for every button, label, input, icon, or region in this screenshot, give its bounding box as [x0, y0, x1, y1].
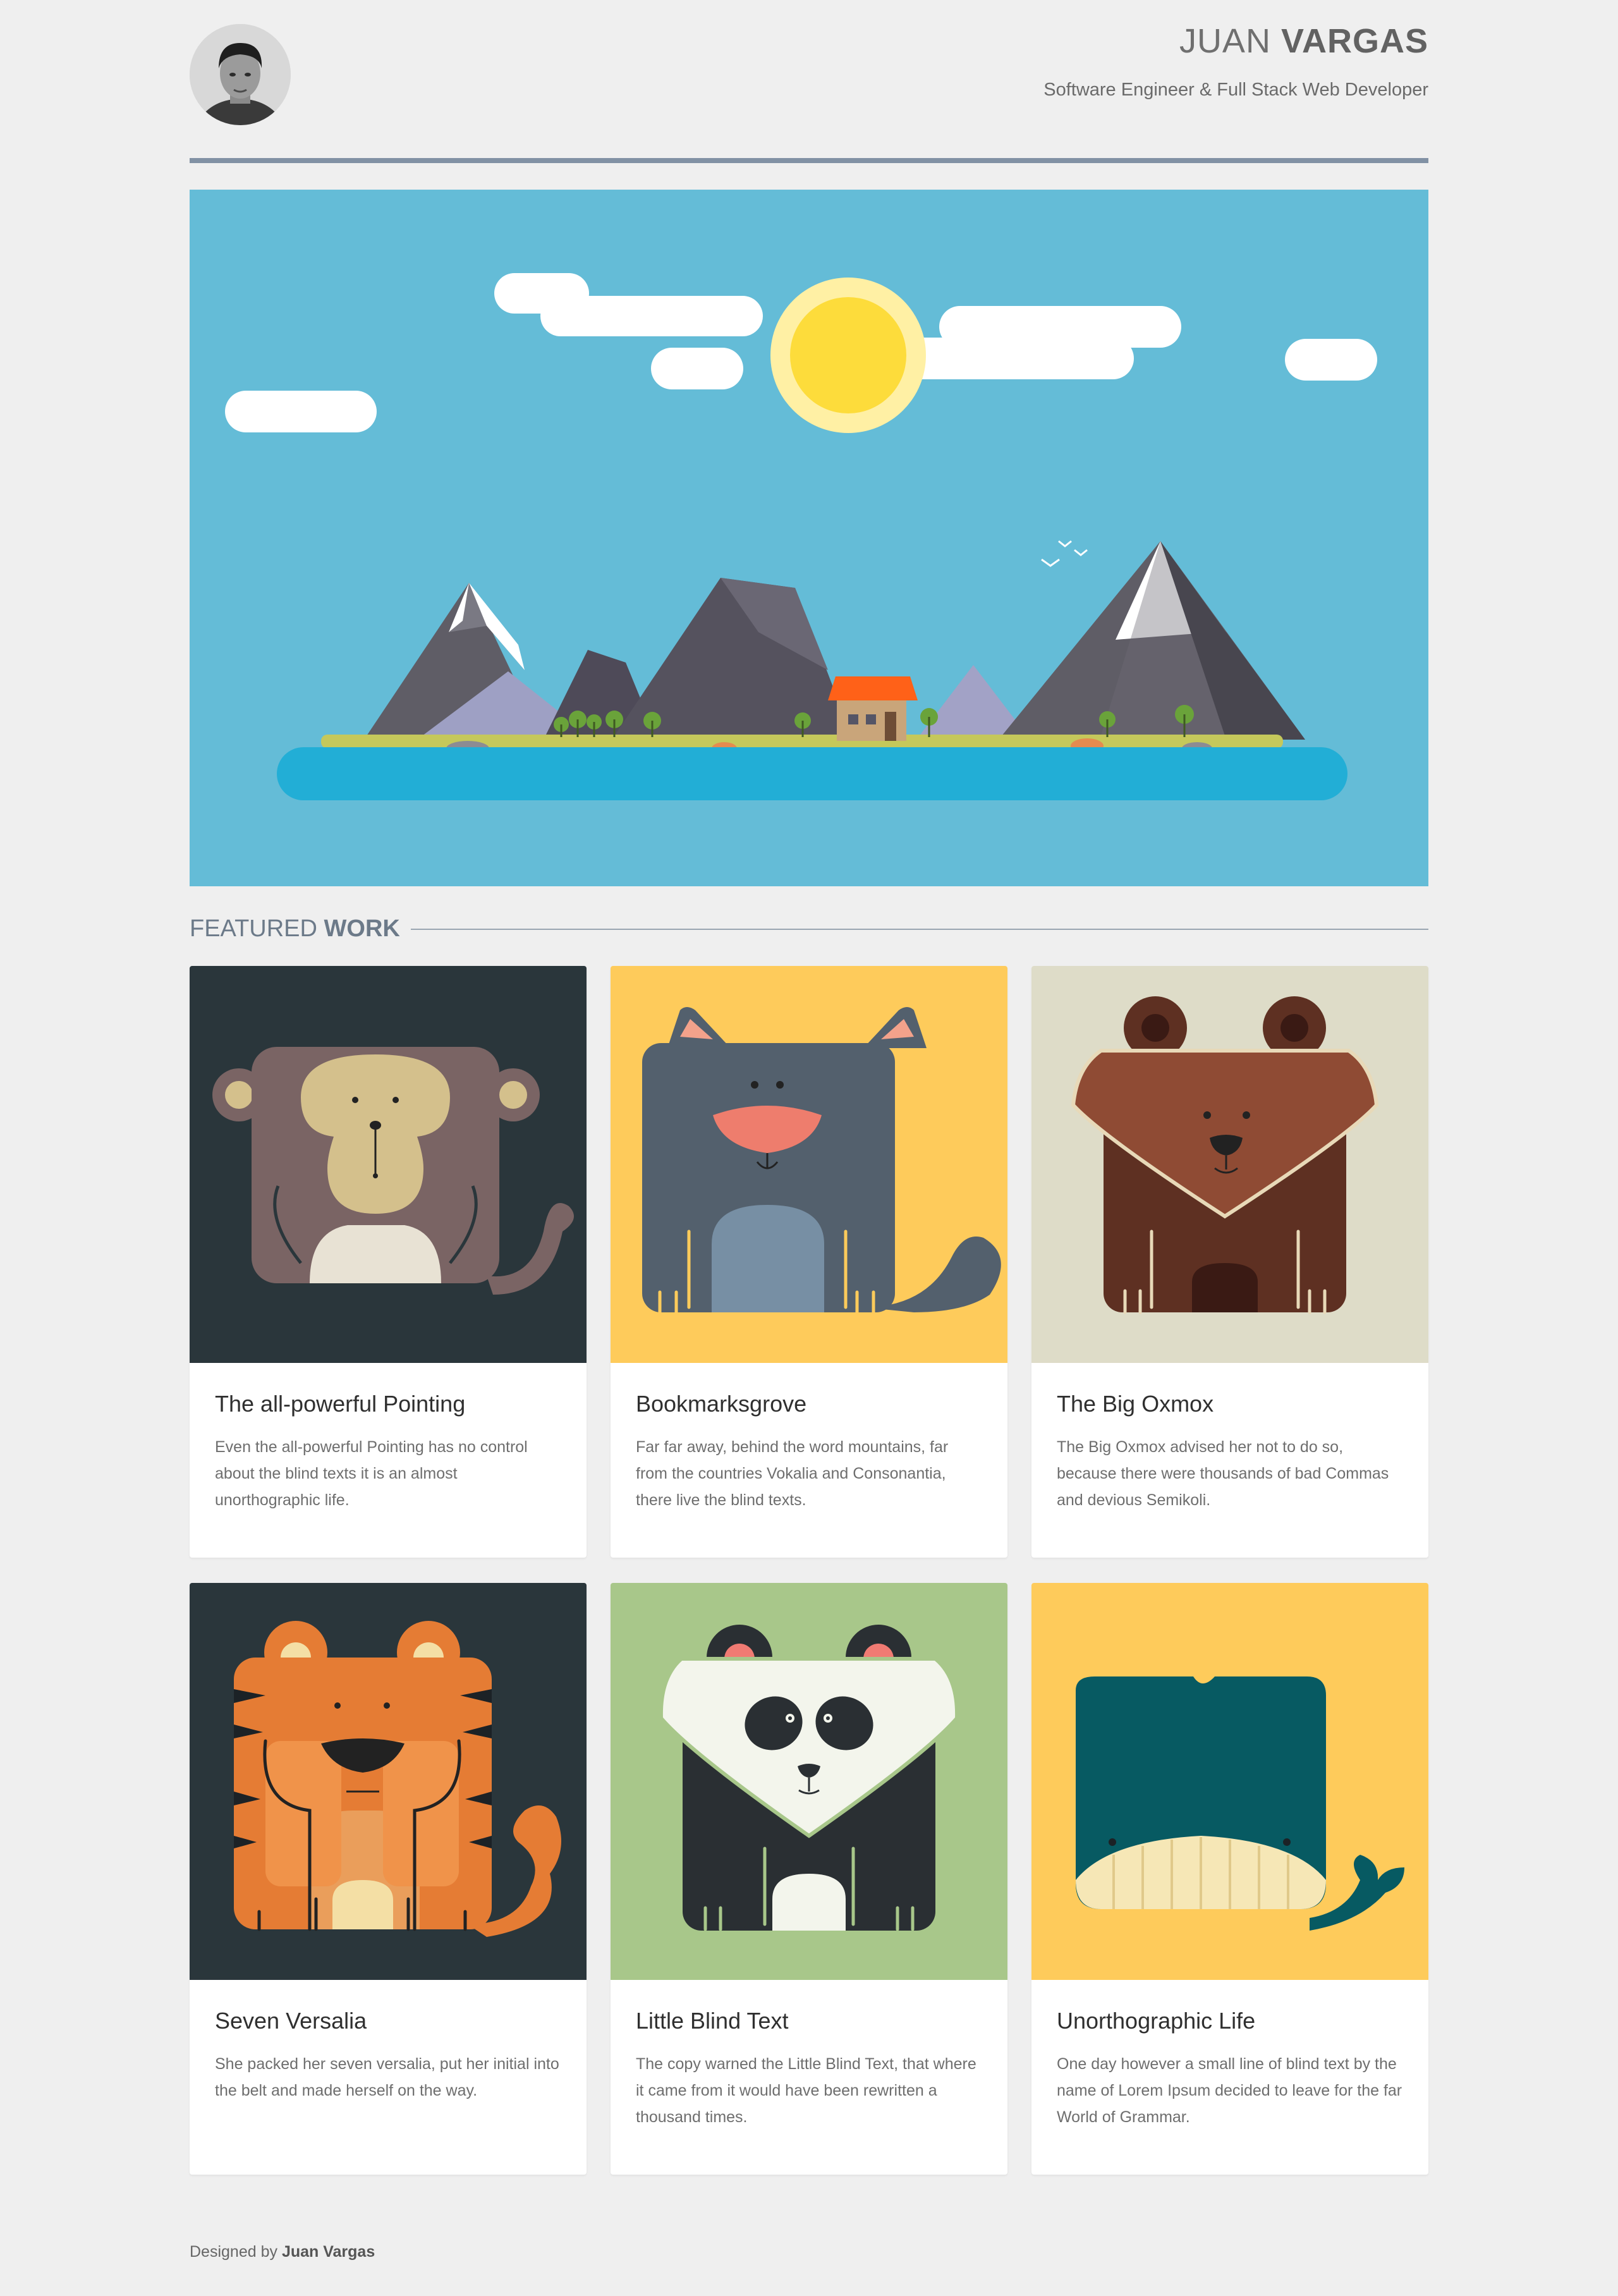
- footer-prefix: Designed by: [190, 2243, 277, 2261]
- section-divider: [411, 929, 1428, 930]
- work-card[interactable]: The all-powerful Pointing Even the all-p…: [190, 966, 587, 1558]
- sun: [770, 278, 926, 433]
- cat-illustration: [611, 966, 1007, 1363]
- header-divider: [190, 158, 1428, 163]
- card-title: The Big Oxmox: [1057, 1391, 1214, 1417]
- footer-credit: Designed by Juan Vargas: [190, 2243, 375, 2261]
- mountains: [364, 541, 1305, 740]
- card-title: The all-powerful Pointing: [215, 1391, 466, 1417]
- whale-illustration: [1031, 1583, 1428, 1980]
- card-text: Far far away, behind the word mountains,…: [636, 1438, 949, 1509]
- name-first: JUAN: [1179, 22, 1271, 60]
- bear-illustration: [1031, 966, 1428, 1363]
- featured-work-heading: FEATURED WORK: [190, 913, 1428, 944]
- footer-author[interactable]: Juan Vargas: [282, 2243, 375, 2261]
- name-last: VARGAS: [1280, 22, 1428, 60]
- card-title: Bookmarksgrove: [636, 1391, 807, 1417]
- card-text: The copy warned the Little Blind Text, t…: [636, 2055, 976, 2126]
- card-text: She packed her seven versalia, put her i…: [215, 2055, 559, 2099]
- panda-illustration: [611, 1583, 1007, 1980]
- page: JUAN VARGAS Software Engineer & Full Sta…: [190, 0, 1428, 2261]
- work-card[interactable]: Little Blind Text The copy warned the Li…: [611, 1583, 1007, 2175]
- work-card[interactable]: Seven Versalia She packed her seven vers…: [190, 1583, 587, 2175]
- avatar: [190, 24, 291, 125]
- birds: [1041, 540, 1088, 567]
- card-text: Even the all-powerful Pointing has no co…: [215, 1438, 528, 1509]
- site-name: JUAN VARGAS: [1179, 21, 1428, 61]
- monkey-illustration: [190, 966, 587, 1363]
- card-text: The Big Oxmox advised her not to do so, …: [1057, 1438, 1389, 1509]
- card-title: Unorthographic Life: [1057, 2008, 1256, 2034]
- work-card[interactable]: Unorthographic Life One day however a sm…: [1031, 1583, 1428, 2175]
- section-title: FEATURED WORK: [190, 913, 400, 944]
- section-title-light: FEATURED: [190, 915, 317, 942]
- work-card[interactable]: Bookmarksgrove Far far away, behind the …: [611, 966, 1007, 1558]
- water: [277, 747, 1347, 800]
- section-title-bold: WORK: [324, 915, 400, 942]
- hero-illustration: [190, 190, 1428, 886]
- tagline: Software Engineer & Full Stack Web Devel…: [1043, 80, 1428, 100]
- card-title: Seven Versalia: [215, 2008, 367, 2034]
- card-title: Little Blind Text: [636, 2008, 789, 2034]
- card-text: One day however a small line of blind te…: [1057, 2055, 1402, 2126]
- tiger-illustration: [190, 1583, 587, 1980]
- work-card[interactable]: The Big Oxmox The Big Oxmox advised her …: [1031, 966, 1428, 1558]
- house: [828, 676, 918, 741]
- site-header: JUAN VARGAS Software Engineer & Full Sta…: [190, 0, 1428, 164]
